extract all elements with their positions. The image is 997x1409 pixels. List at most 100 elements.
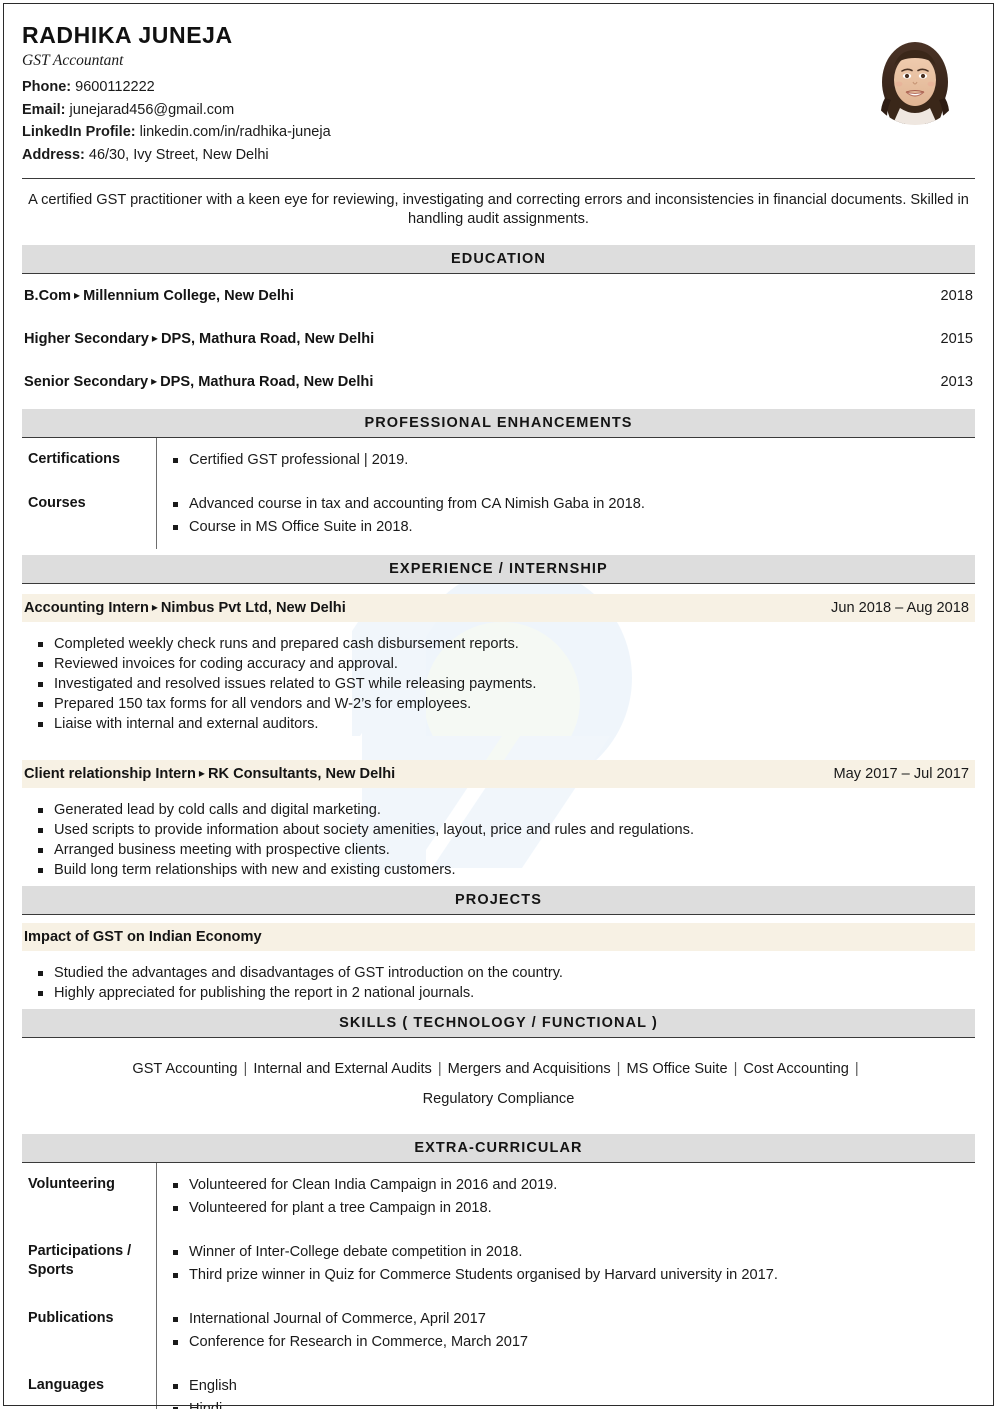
resume-page: RADHIKA JUNEJA GST Accountant Phone: 960… <box>0 0 997 1409</box>
list-item: Advanced course in tax and accounting fr… <box>171 494 969 514</box>
experience-header: Client relationship Intern ▸ RK Consultant… <box>22 760 975 788</box>
list-item: Build long term relationships with new a… <box>36 860 975 880</box>
skill-separator: | <box>733 1061 738 1077</box>
experience-dates: Jun 2018 – Aug 2018 <box>831 600 969 616</box>
section-underline <box>22 583 975 584</box>
section-header-education: EDUCATION <box>22 245 975 273</box>
list-item: Volunteered for plant a tree Campaign in… <box>171 1198 969 1218</box>
skill-separator: | <box>243 1061 248 1077</box>
list-item: Studied the advantages and disadvantages… <box>36 963 975 983</box>
contact-email-label: Email: <box>22 101 66 118</box>
avatar <box>867 30 963 126</box>
triangle-separator-icon: ▸ <box>151 600 158 614</box>
contact-linkedin-label: LinkedIn Profile: <box>22 124 136 140</box>
experience-title: Client relationship Intern <box>24 766 196 782</box>
list-item: Certified GST professional | 2019. <box>171 450 969 470</box>
contact-address-value: 46/30, Ivy Street, New Delhi <box>88 146 269 163</box>
table-row: Courses Advanced course in tax and accou… <box>22 482 975 549</box>
extra-curricular-table: Volunteering Volunteered for Clean India… <box>22 1163 975 1409</box>
contact-phone: Phone: 9600112222 <box>22 76 867 99</box>
experience-dates: May 2017 – Jul 2017 <box>833 766 970 782</box>
contact-phone-value: 9600112222 <box>75 79 155 95</box>
education-entry: Higher Secondary ▸ DPS, Mathura Road, New … <box>24 331 374 347</box>
education-degree: Higher Secondary <box>24 331 149 347</box>
resume-content: RADHIKA JUNEJA GST Accountant Phone: 960… <box>0 0 997 1409</box>
education-institute: DPS, Mathura Road, New Delhi <box>160 331 375 347</box>
bullet-list: Advanced course in tax and accounting fr… <box>171 494 969 537</box>
enhancements-table: Certifications Certified GST professiona… <box>22 438 975 549</box>
enhancement-values: Certified GST professional | 2019. <box>156 438 975 482</box>
table-row: Participations / Sports Winner of Inter-… <box>22 1230 975 1297</box>
section-underline <box>22 914 975 915</box>
list-item: Investigated and resolved issues related… <box>36 674 975 694</box>
project-bullets: Studied the advantages and disadvantages… <box>22 951 975 1003</box>
list-item: Liaise with internal and external audito… <box>36 714 975 734</box>
list-item: Reviewed invoices for coding accuracy an… <box>36 654 975 674</box>
section-header-projects: PROJECTS <box>22 886 975 914</box>
list-item: Course in MS Office Suite in 2018. <box>171 517 969 537</box>
triangle-separator-icon: ▸ <box>74 288 81 302</box>
skill-item: GST Accounting <box>132 1061 238 1077</box>
bullet-list: Volunteered for Clean India Campaign in … <box>171 1175 969 1218</box>
contact-email: Email: junejarad456@gmail.com <box>22 99 867 122</box>
education-degree: B.Com <box>24 288 72 304</box>
education-row: Higher Secondary ▸ DPS, Mathura Road, New … <box>22 317 975 360</box>
list-item: Third prize winner in Quiz for Commerce … <box>171 1265 969 1285</box>
triangle-separator-icon: ▸ <box>198 766 205 780</box>
section-header-extra-curricular: EXTRA-CURRICULAR <box>22 1134 975 1162</box>
section-header-skills: SKILLS ( TECHNOLOGY / FUNCTIONAL ) <box>22 1009 975 1037</box>
job-role: GST Accountant <box>22 52 124 69</box>
experience-title: Accounting Intern <box>24 600 149 616</box>
extra-values: Volunteered for Clean India Campaign in … <box>156 1163 975 1230</box>
extra-curricular-block: Volunteering Volunteered for Clean India… <box>22 1163 975 1409</box>
experience-company: RK Consultants, New Delhi <box>207 766 396 782</box>
education-year: 2018 <box>940 288 973 304</box>
contact-address: Address: 46/30, Ivy Street, New Delhi <box>22 144 867 167</box>
education-institute: DPS, Mathura Road, New Delhi <box>160 374 374 390</box>
profile-photo <box>868 31 962 125</box>
extra-values: International Journal of Commerce, April… <box>156 1297 975 1364</box>
skill-item: Mergers and Acquisitions <box>447 1061 611 1077</box>
education-entry: Senior Secondary ▸ DPS, Mathura Road, New … <box>24 374 373 390</box>
bullet-list: Winner of Inter-College debate competiti… <box>171 1242 969 1285</box>
skill-separator: | <box>616 1061 621 1077</box>
education-entry: B.Com ▸ Millennium College, New Delhi <box>24 288 294 304</box>
extra-values: English Hindi Japanese <box>156 1364 975 1409</box>
table-row: Languages English Hindi Japanese <box>22 1364 975 1409</box>
section-header-enhancements: PROFESSIONAL ENHANCEMENTS <box>22 409 975 437</box>
skill-item: Cost Accounting <box>743 1061 849 1077</box>
list-item: Winner of Inter-College debate competiti… <box>171 1242 969 1262</box>
education-institute: Millennium College, New Delhi <box>83 288 294 304</box>
experience-entry: Client relationship Intern ▸ RK Consultant… <box>22 760 975 880</box>
resume-header: RADHIKA JUNEJA GST Accountant Phone: 960… <box>22 20 975 166</box>
bullet-list: International Journal of Commerce, April… <box>171 1309 969 1352</box>
table-row: Certifications Certified GST professiona… <box>22 438 975 482</box>
education-row: B.Com ▸ Millennium College, New Delhi 2018 <box>22 274 975 317</box>
list-item: Conference for Research in Commerce, Mar… <box>171 1332 969 1352</box>
extra-label: Languages <box>28 1377 104 1393</box>
project-entry: Impact of GST on Indian Economy Studied … <box>22 923 975 1003</box>
education-year: 2015 <box>940 331 973 347</box>
experience-header: Accounting Intern ▸ Nimbus Pvt Ltd, New De… <box>22 594 975 622</box>
list-item: English <box>171 1376 969 1396</box>
header-text-block: RADHIKA JUNEJA GST Accountant Phone: 960… <box>22 20 867 166</box>
profile-summary: A certified GST practitioner with a keen… <box>28 192 969 227</box>
contact-linkedin-value[interactable]: linkedin.com/in/radhika-juneja <box>140 124 331 140</box>
education-list: B.Com ▸ Millennium College, New Delhi 2018… <box>22 274 975 403</box>
list-item: Prepared 150 tax forms for all vendors a… <box>36 694 975 714</box>
contact-email-value[interactable]: junejarad456@gmail.com <box>70 102 235 118</box>
experience-entry: Accounting Intern ▸ Nimbus Pvt Ltd, New De… <box>22 594 975 734</box>
enhancement-values: Advanced course in tax and accounting fr… <box>156 482 975 549</box>
experience-title-block: Client relationship Intern ▸ RK Consultant… <box>24 766 395 782</box>
list-item: Completed weekly check runs and prepared… <box>36 634 975 654</box>
skill-separator: | <box>854 1061 859 1077</box>
experience-bullets: Generated lead by cold calls and digital… <box>22 788 975 880</box>
education-degree: Senior Secondary <box>24 374 149 390</box>
table-row: Volunteering Volunteered for Clean India… <box>22 1163 975 1230</box>
list-item: International Journal of Commerce, April… <box>171 1309 969 1329</box>
experience-title-block: Accounting Intern ▸ Nimbus Pvt Ltd, New De… <box>24 600 346 616</box>
skill-item: MS Office Suite <box>626 1061 728 1077</box>
experience-company: Nimbus Pvt Ltd, New Delhi <box>160 600 346 616</box>
extra-values: Winner of Inter-College debate competiti… <box>156 1230 975 1297</box>
enhancement-label: Courses <box>28 495 86 511</box>
